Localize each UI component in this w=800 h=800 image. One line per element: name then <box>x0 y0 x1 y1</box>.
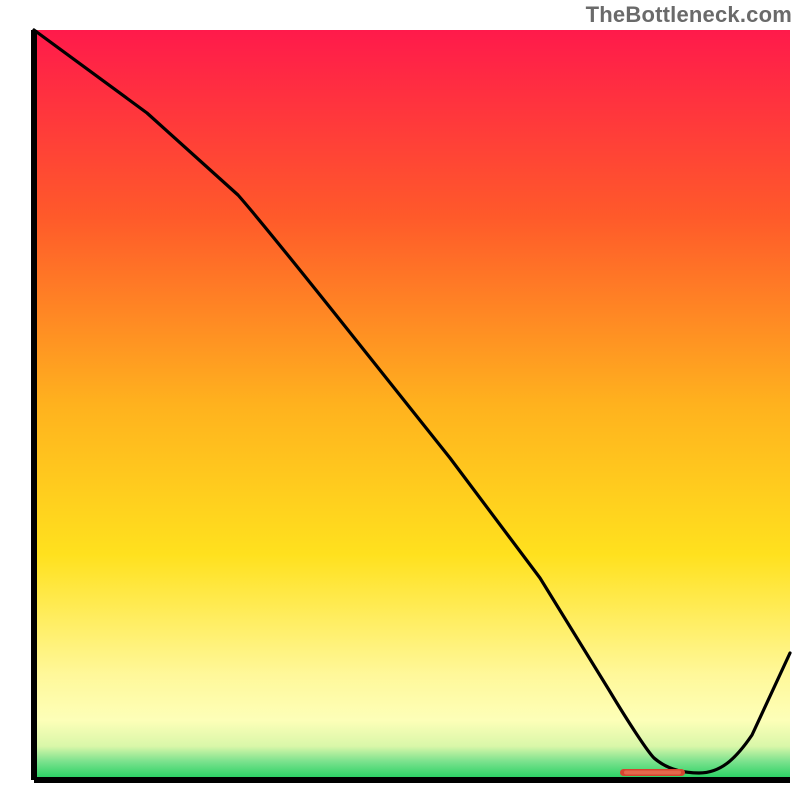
chart-svg <box>0 0 800 800</box>
watermark-text: TheBottleneck.com <box>586 2 792 28</box>
chart-canvas: TheBottleneck.com <box>0 0 800 800</box>
plot-background <box>34 30 790 780</box>
min-marker-core <box>624 771 681 775</box>
